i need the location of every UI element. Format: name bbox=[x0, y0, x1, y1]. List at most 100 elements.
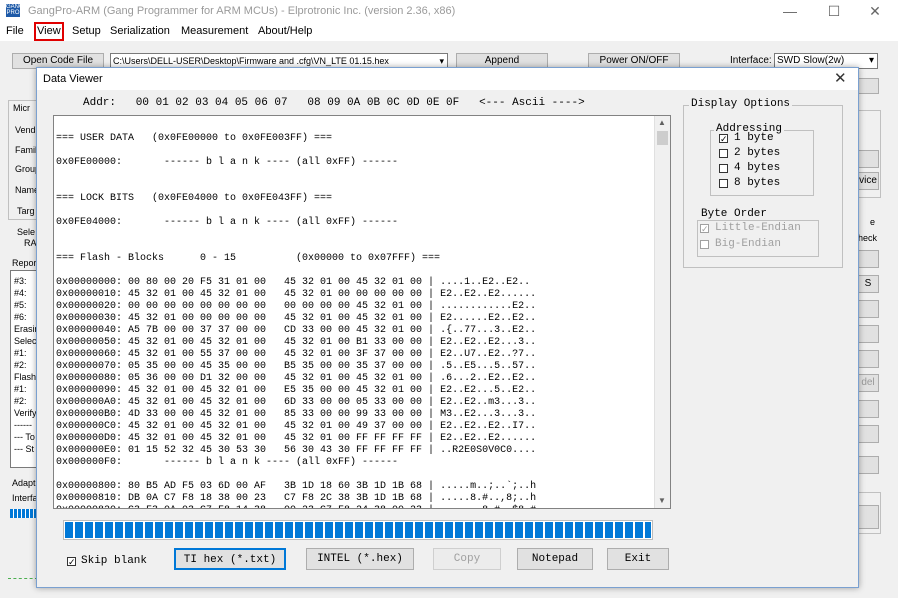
scroll-down-icon[interactable]: ▼ bbox=[658, 496, 666, 505]
left-label-10: #4: bbox=[14, 288, 27, 298]
hex-line: 0x00000090: 45 32 01 00 45 32 01 00 E5 3… bbox=[56, 385, 537, 396]
hex-line: 0x00000800: 80 B5 AD F5 03 6D 00 AF 3B 1… bbox=[56, 481, 537, 492]
hex-line bbox=[56, 145, 652, 157]
vertical-scrollbar[interactable]: ▲ ▼ bbox=[654, 116, 670, 508]
hex-line bbox=[56, 469, 652, 481]
left-label-23: --- St bbox=[14, 444, 34, 454]
exit-button[interactable]: Exit bbox=[607, 548, 669, 570]
left-label-2: Famil bbox=[15, 145, 37, 155]
left-label-5: Targ bbox=[17, 206, 35, 216]
hex-line: 0x00000070: 05 35 00 00 45 35 00 00 B5 3… bbox=[56, 361, 537, 372]
left-label-17: Flash bbox=[14, 372, 36, 382]
scroll-up-icon[interactable]: ▲ bbox=[658, 118, 666, 127]
menu-file[interactable]: File bbox=[6, 25, 24, 37]
close-icon[interactable]: ✕ bbox=[853, 0, 897, 22]
hex-line: 0x00000040: A5 7B 00 00 37 37 00 00 CD 3… bbox=[56, 325, 537, 336]
skip-blank-label: Skip blank bbox=[81, 555, 148, 567]
hex-lines: === USER DATA (0x0FE00000 to 0x0FE003FF)… bbox=[56, 121, 652, 508]
interface-value: SWD Slow(2w) bbox=[777, 55, 845, 66]
left-label-24: Adapt bbox=[12, 478, 36, 488]
left-label-13: Erasin bbox=[14, 324, 36, 334]
hex-line: 0x00000060: 45 32 01 00 55 37 00 00 45 3… bbox=[56, 349, 537, 360]
hex-line: === LOCK BITS (0x0FE04000 to 0x0FE043FF)… bbox=[56, 193, 333, 204]
hex-line: 0x000000F0: ------ b l a n k ---- (all 0… bbox=[56, 457, 399, 468]
hex-dump-area[interactable]: === USER DATA (0x0FE00000 to 0x0FE003FF)… bbox=[53, 115, 671, 509]
left-label-18: #1: bbox=[14, 384, 27, 394]
right-partial-button-2[interactable] bbox=[857, 250, 879, 268]
menu-serialization[interactable]: Serialization bbox=[110, 25, 170, 37]
menu-view[interactable]: View bbox=[34, 22, 64, 41]
dialog-title: Data Viewer bbox=[43, 73, 103, 85]
left-label-19: #2: bbox=[14, 396, 27, 406]
addressing-checkbox[interactable]: ✓ bbox=[719, 134, 728, 144]
intel-hex-button[interactable]: INTEL (*.hex) bbox=[306, 548, 414, 570]
hex-header: Addr: 00 01 02 03 04 05 06 07 08 09 0A 0… bbox=[83, 97, 585, 109]
byte_order-label: Little-Endian bbox=[715, 222, 801, 234]
ti-hex-button[interactable]: TI hex (*.txt) bbox=[174, 548, 286, 570]
hex-line: 0x00000030: 45 32 01 00 00 00 00 00 45 3… bbox=[56, 313, 537, 324]
right-label-2: heck bbox=[858, 233, 878, 243]
menu-about-help[interactable]: About/Help bbox=[258, 25, 312, 37]
right-partial-button-9[interactable] bbox=[857, 425, 879, 443]
menu-setup[interactable]: Setup bbox=[72, 25, 101, 37]
addressing-label: 4 bytes bbox=[734, 162, 781, 174]
notepad-button[interactable]: Notepad bbox=[517, 548, 593, 570]
hex-line bbox=[56, 205, 652, 217]
hex-line: 0x000000C0: 45 32 01 00 45 32 01 00 45 3… bbox=[56, 421, 537, 432]
right-partial-button-0[interactable] bbox=[857, 78, 879, 94]
right-partial-button-6[interactable] bbox=[857, 350, 879, 368]
right-partial-button-1[interactable] bbox=[857, 150, 879, 168]
hex-line: === Flash - Blocks 0 - 15 (0x00000 to 0x… bbox=[56, 253, 441, 264]
main-title-bar: GANG PRO GangPro-ARM (Gang Programmer fo… bbox=[0, 0, 898, 22]
minimize-icon[interactable]: — bbox=[768, 0, 812, 22]
right-partial-button-7[interactable]: del bbox=[857, 374, 879, 392]
hex-line bbox=[56, 265, 652, 277]
left-label-12: #6: bbox=[14, 312, 27, 322]
left-label-14: Selec bbox=[14, 336, 36, 346]
byte_order-label: Big-Endian bbox=[715, 238, 782, 250]
hex-line: === USER DATA (0x0FE00000 to 0x0FE003FF)… bbox=[56, 133, 333, 144]
hex-line bbox=[56, 229, 652, 241]
divider bbox=[8, 578, 38, 579]
maximize-icon[interactable]: ☐ bbox=[812, 0, 856, 22]
right-label-1: e bbox=[870, 217, 876, 227]
data-viewer-dialog: Data Viewer ✕ Addr: 00 01 02 03 04 05 06… bbox=[36, 67, 859, 588]
hex-line: 0x00000050: 45 32 01 00 45 32 01 00 45 3… bbox=[56, 337, 537, 348]
hex-line: 0x00000000: 00 80 00 20 F5 31 01 00 45 3… bbox=[56, 277, 531, 288]
hex-line: 0x0FE04000: ------ b l a n k ---- (all 0… bbox=[56, 217, 399, 228]
addressing-checkbox[interactable] bbox=[719, 179, 728, 188]
right-partial-button-8[interactable] bbox=[857, 400, 879, 418]
addressing-label: 1 byte bbox=[734, 132, 774, 144]
addressing-checkbox[interactable] bbox=[719, 149, 728, 158]
addressing-checkbox[interactable] bbox=[719, 164, 728, 173]
left-label-22: --- To bbox=[14, 432, 35, 442]
dialog-close-icon[interactable]: ✕ bbox=[834, 69, 847, 87]
chevron-down-icon: ▾ bbox=[868, 55, 874, 66]
byte_order-checkbox[interactable]: ✓ bbox=[700, 224, 709, 234]
right-partial-button-10[interactable] bbox=[857, 456, 879, 474]
left-label-20: Verify bbox=[14, 408, 36, 418]
chevron-down-icon: ▾ bbox=[439, 56, 444, 66]
right-device-button[interactable]: vice bbox=[857, 172, 879, 190]
hex-line: 0x00000010: 45 32 01 00 45 32 01 00 45 3… bbox=[56, 289, 537, 300]
microcontroller-group bbox=[8, 100, 38, 220]
right-partial-button-11[interactable] bbox=[857, 505, 879, 529]
hex-line bbox=[56, 121, 652, 133]
hex-line bbox=[56, 181, 652, 193]
right-partial-button-4[interactable] bbox=[857, 300, 879, 318]
left-label-3: Group bbox=[15, 164, 37, 174]
menu-measurement[interactable]: Measurement bbox=[181, 25, 248, 37]
app-icon: GANG PRO bbox=[6, 4, 20, 17]
left-label-9: #3: bbox=[14, 276, 27, 286]
skip-blank-checkbox[interactable]: ✓ bbox=[67, 557, 76, 567]
byte_order-checkbox[interactable] bbox=[700, 240, 709, 249]
copy-button[interactable]: Copy bbox=[433, 548, 501, 570]
hex-line: 0x000000D0: 45 32 01 00 45 32 01 00 45 3… bbox=[56, 433, 537, 444]
addressing-label: 8 bytes bbox=[734, 177, 781, 189]
left-label-15: #1: bbox=[14, 348, 27, 358]
right-partial-button-3[interactable]: S bbox=[857, 275, 879, 293]
scrollbar-thumb[interactable] bbox=[657, 131, 668, 145]
right-partial-button-5[interactable] bbox=[857, 325, 879, 343]
progress-bar-fill bbox=[65, 522, 651, 538]
hex-line bbox=[56, 241, 652, 253]
